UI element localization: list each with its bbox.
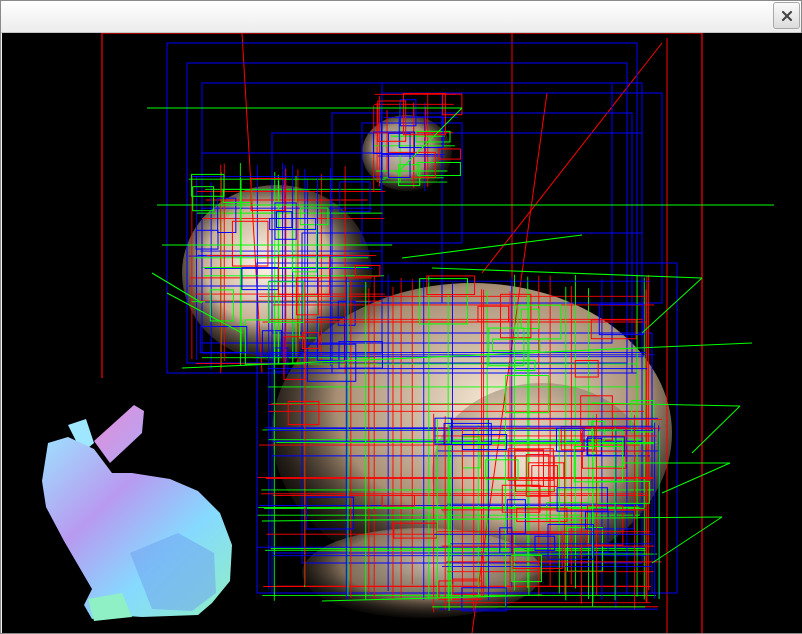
octree-plane-edge bbox=[691, 405, 741, 454]
octree-cell bbox=[192, 186, 215, 212]
octree-plane-edge bbox=[401, 234, 583, 259]
normal-bunny-ear bbox=[94, 405, 144, 463]
render-viewport[interactable] bbox=[2, 33, 802, 633]
close-button[interactable] bbox=[773, 2, 800, 29]
octree-cell bbox=[339, 181, 371, 213]
close-icon bbox=[781, 10, 792, 21]
octree-plane-edge bbox=[641, 277, 703, 334]
title-bar[interactable] bbox=[1, 1, 801, 33]
octree-scene bbox=[42, 33, 774, 633]
octree-box-level2 bbox=[441, 92, 663, 304]
octree-plane-edge bbox=[651, 516, 723, 564]
app-window bbox=[0, 0, 802, 634]
octree-root-edge bbox=[481, 42, 663, 274]
normal-map-bunny bbox=[42, 405, 232, 621]
octree-plane-edge bbox=[661, 462, 731, 494]
